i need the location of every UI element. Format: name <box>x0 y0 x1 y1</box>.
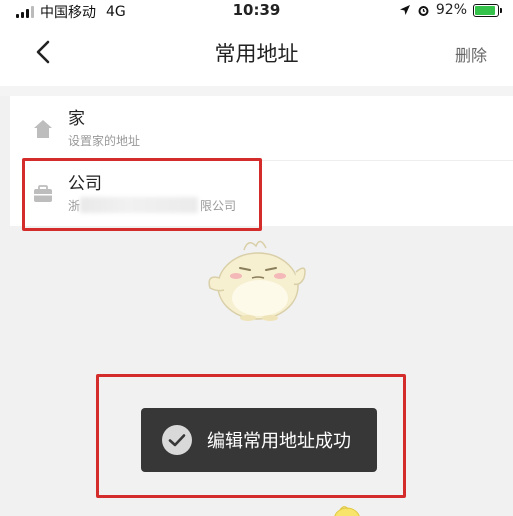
alarm-icon <box>418 5 429 16</box>
location-arrow-icon <box>399 5 410 15</box>
status-right: 92% <box>399 2 502 18</box>
home-icon <box>34 120 52 138</box>
highlight-company <box>22 158 262 231</box>
address-detail: 设置家的地址 <box>68 134 141 148</box>
section-gap <box>0 86 513 96</box>
page-title: 常用地址 <box>214 42 299 66</box>
battery-percent: 92% <box>435 2 467 18</box>
battery-icon <box>473 3 502 17</box>
address-name: 家 <box>68 109 85 129</box>
mascot-illustration <box>208 240 306 321</box>
status-bar: 中国移动 4G 10:39 92% <box>0 0 513 22</box>
battery-fill <box>475 5 496 15</box>
address-item-home[interactable]: 家 设置家的地址 <box>10 96 513 161</box>
highlight-toast <box>96 374 406 498</box>
delete-button[interactable]: 删除 <box>455 42 487 66</box>
nav-bar: 常用地址 删除 <box>0 22 513 86</box>
mascot-peek-illustration <box>334 506 360 516</box>
